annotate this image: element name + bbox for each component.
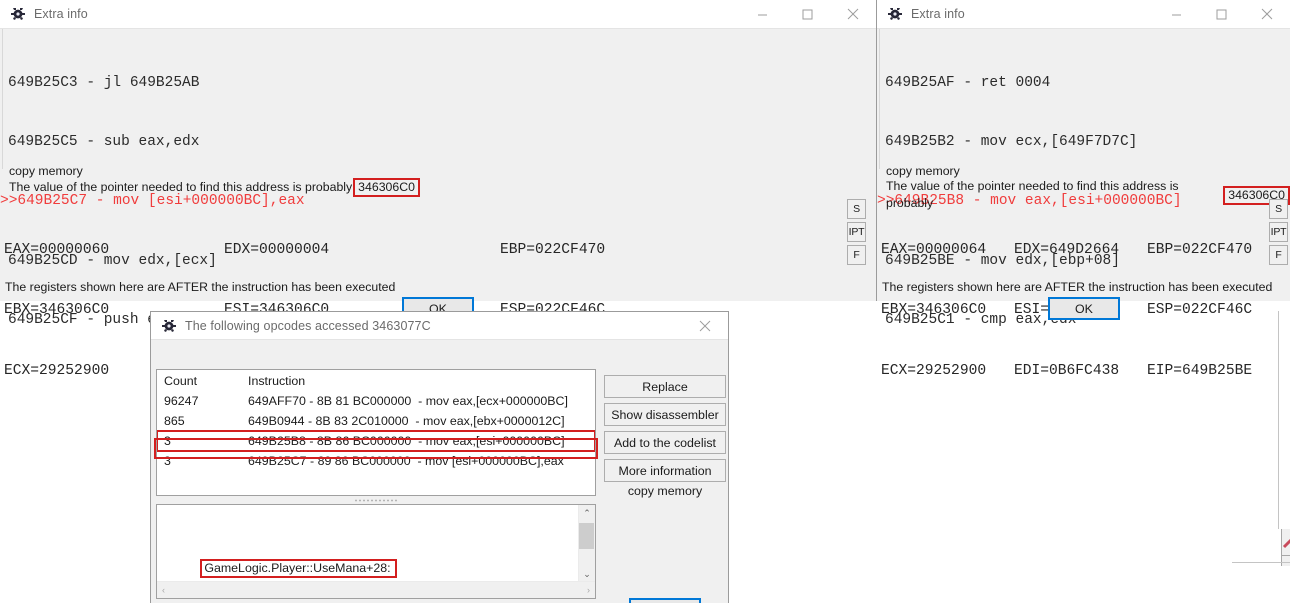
register-row: EAX=00000064 EDX=649D2664 EBP=022CF470 (881, 240, 1252, 260)
opcodes-dialog-title: The following opcodes accessed 3463077C (185, 318, 431, 333)
register-edi: EDI=0B6FC438 (1014, 363, 1120, 380)
register-ebp: EBP=022CF470 (500, 241, 606, 258)
register-edx: EDX=649D2664 (1014, 241, 1120, 258)
register-esp: ESP=022CF46C (1147, 302, 1253, 319)
register-eip: EIP=649B25BE (1147, 363, 1253, 380)
left-window-body: 649B25C3 - jl 649B25AB 649B25C5 - sub ea… (0, 29, 876, 379)
ipt-button[interactable]: IPT (1269, 222, 1288, 242)
close-button[interactable] (1244, 0, 1290, 29)
stack-button[interactable]: S (847, 199, 866, 219)
pointer-hint-row: The value of the pointer needed to find … (0, 178, 420, 197)
more-information-button[interactable]: More information (604, 459, 726, 482)
close-icon[interactable] (682, 311, 728, 340)
right-window-controls (1154, 0, 1290, 29)
flags-button[interactable]: F (847, 245, 866, 265)
left-window-title: Extra info (34, 7, 88, 21)
register-ebx: EBX=346306C0 (881, 302, 987, 319)
left-window-titlebar[interactable]: Extra info (0, 0, 876, 29)
cheat-engine-icon (9, 5, 27, 23)
register-row: EAX=00000060 EDX=00000004 EBP=022CF470 (4, 240, 605, 260)
code-line: 649B25C5 - sub eax,edx (8, 133, 200, 150)
add-to-codelist-button[interactable]: Add to the codelist (604, 431, 726, 454)
background-window-divider (1232, 562, 1290, 563)
column-header-count: Count (164, 373, 198, 388)
cheat-engine-icon (160, 317, 178, 335)
row-instruction: 649B0944 - 8B 83 2C010000 - mov eax,[ebx… (248, 414, 565, 428)
right-registers-note: The registers shown here are AFTER the i… (882, 280, 1273, 294)
row-count: 96247 (164, 394, 199, 408)
left-registers-note: The registers shown here are AFTER the i… (5, 280, 396, 294)
register-row: ECX=29252900 EDI=0B6FC438 EIP=649B25BE (881, 361, 1252, 381)
pointer-hint-text: The value of the pointer needed to find … (9, 180, 353, 194)
opcode-list[interactable]: Count Instruction 96247 649AFF70 - 8B 81… (156, 369, 596, 496)
register-ebp: EBP=022CF470 (1147, 241, 1253, 258)
splitter-grip (354, 498, 398, 502)
ipt-button[interactable]: IPT (847, 222, 866, 242)
left-window-controls (740, 0, 876, 29)
replace-button[interactable]: Replace (604, 375, 726, 398)
ok-button[interactable]: OK (1048, 297, 1120, 320)
panel-splitter[interactable] (156, 497, 596, 503)
left-side-buttons: S IPT F (847, 199, 866, 265)
register-eax: EAX=00000060 (4, 241, 110, 258)
scroll-left-arrow[interactable]: ‹ (157, 585, 170, 595)
register-edx: EDX=00000004 (224, 241, 330, 258)
row-highlight-marker (154, 438, 598, 459)
background-window-body (1281, 556, 1290, 566)
background-panel-right (1278, 311, 1290, 529)
copy-memory-label[interactable]: copy memory (877, 163, 960, 179)
disassembly-line-label: GameLogic.Player::UseMana+28: (161, 541, 577, 578)
row-count: 865 (164, 414, 185, 428)
column-header-instruction: Instruction (248, 373, 306, 388)
code-line: 649B25B2 - mov ecx,[649F7D7C] (885, 133, 1138, 150)
close-button[interactable] (830, 0, 876, 29)
right-side-buttons: S IPT F (1269, 199, 1288, 265)
table-row[interactable]: 865 649B0944 - 8B 83 2C010000 - mov eax,… (157, 411, 595, 431)
left-extra-info-window: Extra info 649B25C3 - jl 649B25AB 649B25… (0, 0, 877, 379)
desktop-background: Extra info 649B25C3 - jl 649B25AB 649B25… (0, 0, 1290, 603)
copy-memory-label[interactable]: copy memory (604, 484, 726, 498)
scroll-right-arrow[interactable]: › (582, 585, 595, 595)
disassembly-horizontal-scrollbar[interactable]: ‹ › (157, 581, 595, 598)
pointer-value-highlight: 346306C0 (353, 178, 420, 197)
opcodes-dialog-body: Count Instruction 96247 649AFF70 - 8B 81… (151, 340, 728, 603)
right-window-title: Extra info (911, 7, 965, 21)
stop-button[interactable]: Stop (629, 598, 701, 603)
stack-button[interactable]: S (1269, 199, 1288, 219)
code-line: 649B25AF - ret 0004 (885, 74, 1051, 91)
copy-memory-label[interactable]: copy memory (0, 163, 83, 179)
code-line: 649B25C3 - jl 649B25AB (8, 74, 200, 91)
symbol-label-highlight: GameLogic.Player::UseMana+28: (200, 558, 397, 578)
minimize-button[interactable] (740, 0, 785, 29)
opcodes-dialog-titlebar[interactable]: The following opcodes accessed 3463077C (151, 312, 728, 340)
row-instruction: 649AFF70 - 8B 81 BC000000 - mov eax,[ecx… (248, 394, 568, 408)
minimize-button[interactable] (1154, 0, 1199, 29)
table-row[interactable]: 96247 649AFF70 - 8B 81 BC000000 - mov ea… (157, 391, 595, 411)
right-window-body: 649B25AF - ret 0004 649B25B2 - mov ecx,[… (877, 29, 1290, 379)
right-extra-info-window: Extra info 649B25AF - ret 0004 649B25B2 … (876, 0, 1290, 379)
background-window-edge (1281, 528, 1290, 556)
disassembly-panel[interactable]: GameLogic.Player::UseMana+28: 649B25AF -… (156, 504, 596, 599)
right-window-titlebar[interactable]: Extra info (877, 0, 1290, 29)
register-eax: EAX=00000064 (881, 241, 987, 258)
show-disassembler-button[interactable]: Show disassembler (604, 403, 726, 426)
register-ecx: ECX=29252900 (881, 363, 987, 380)
cheat-engine-icon (886, 5, 904, 23)
opcodes-dialog: The following opcodes accessed 3463077C … (150, 311, 729, 603)
pencil-icon (1282, 538, 1290, 549)
maximize-button[interactable] (785, 0, 830, 29)
flags-button[interactable]: F (1269, 245, 1288, 265)
maximize-button[interactable] (1199, 0, 1244, 29)
scroll-up-arrow[interactable]: ⌃ (583, 505, 591, 522)
disassembly-scroll-thumb[interactable] (579, 523, 594, 549)
opcode-list-header: Count Instruction (157, 370, 595, 391)
opcodes-dialog-controls (682, 311, 728, 340)
